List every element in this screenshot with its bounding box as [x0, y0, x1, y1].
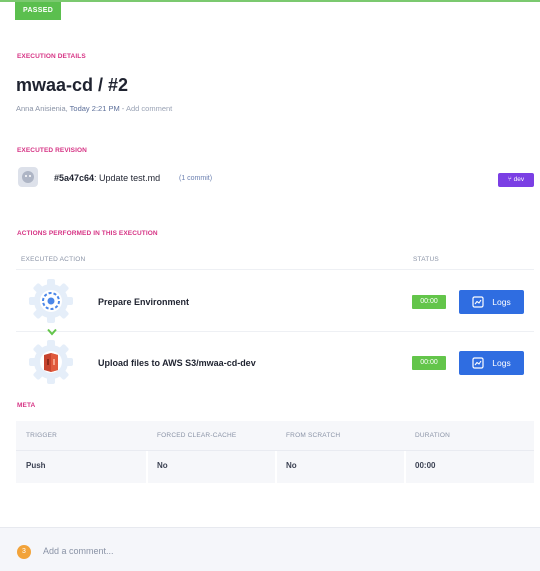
meta-value-forced-clear-cache: No: [157, 461, 168, 470]
meta-header-from-scratch: FROM SCRATCH: [286, 432, 341, 439]
branch-icon: ⑂: [507, 176, 512, 183]
execution-meta: Anna Anisienia, Today 2:21 PM - Add comm…: [16, 104, 172, 113]
comment-bar: 3 Add a comment...: [0, 527, 540, 571]
logs-button-label: Logs: [492, 358, 511, 368]
commit-summary[interactable]: #5a47c64: Update test.md: [54, 173, 160, 183]
meta-value-trigger: Push: [26, 461, 46, 470]
logs-button-label: Logs: [492, 297, 511, 307]
avatar: [18, 167, 38, 187]
commit-count[interactable]: (1 commit): [179, 175, 212, 182]
action-row-upload-s3: Upload files to AWS S3/mwaa-cd-dev 00:00…: [16, 333, 534, 393]
actions-table-header: EXECUTED ACTION STATUS: [16, 252, 534, 270]
aws-s3-icon: [29, 340, 73, 384]
commit-hash[interactable]: #5a47c64: [54, 173, 94, 183]
section-label-execution-details: EXECUTION DETAILS: [17, 53, 86, 60]
gear-settings-icon: [29, 279, 73, 323]
action-name: Prepare Environment: [98, 297, 190, 307]
meta-header-forced-clear-cache: FORCED CLEAR-CACHE: [157, 432, 237, 439]
commit-message: : Update test.md: [94, 173, 161, 183]
logs-button[interactable]: Logs: [459, 290, 524, 314]
action-name: Upload files to AWS S3/mwaa-cd-dev: [98, 358, 256, 368]
meta-value-from-scratch: No: [286, 461, 297, 470]
add-comment-link[interactable]: Add comment: [126, 104, 172, 113]
revision-row: #5a47c64: Update test.md (1 commit) ⑂ de…: [16, 167, 536, 189]
status-badge: PASSED: [15, 2, 62, 20]
page-title: mwaa-cd / #2: [16, 75, 129, 95]
logs-icon: [472, 296, 484, 308]
status-duration: 00:00: [412, 356, 446, 370]
comment-input[interactable]: Add a comment...: [43, 546, 114, 556]
branch-badge[interactable]: ⑂ dev: [498, 173, 534, 187]
execution-time: Today 2:21 PM: [69, 104, 120, 113]
action-row-prepare-environment: Prepare Environment 00:00 Logs: [16, 272, 534, 332]
meta-value-duration: 00:00: [415, 461, 436, 470]
meta-table: TRIGGER FORCED CLEAR-CACHE FROM SCRATCH …: [16, 421, 534, 483]
column-header-status: STATUS: [413, 256, 439, 263]
branch-name: dev: [513, 176, 525, 183]
section-label-executed-revision: EXECUTED REVISION: [17, 147, 87, 154]
logs-button[interactable]: Logs: [459, 351, 524, 375]
section-label-actions: ACTIONS PERFORMED IN THIS EXECUTION: [17, 230, 158, 237]
logs-icon: [472, 357, 484, 369]
meta-header-duration: DURATION: [415, 432, 451, 439]
top-status-line: [0, 0, 540, 2]
author-name: Anna Anisienia,: [16, 104, 68, 113]
section-label-meta: META: [17, 402, 36, 409]
status-duration: 00:00: [412, 295, 446, 309]
meta-header-trigger: TRIGGER: [26, 432, 58, 439]
column-header-executed-action: EXECUTED ACTION: [21, 256, 86, 263]
comment-count-badge: 3: [17, 545, 31, 559]
